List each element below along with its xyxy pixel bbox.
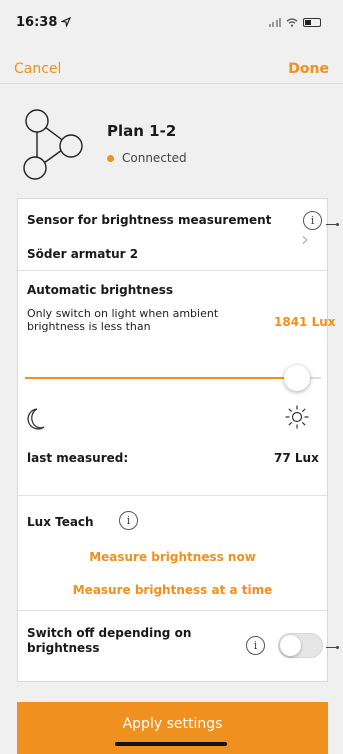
sensor-title: Sensor for brightness measurement (27, 213, 272, 227)
lux-threshold-value: 1841 Lux (274, 315, 336, 329)
automatic-brightness-description: Only switch on light when ambient bright… (27, 307, 219, 333)
switch-off-label: Switch off depending on brightness (27, 626, 192, 655)
measure-at-time-button[interactable]: Measure brightness at a time (18, 583, 327, 597)
slider-knob[interactable] (284, 365, 311, 391)
settings-card: Sensor for brightness measurement i › Sö… (17, 198, 336, 682)
plan-title: Plan 1-2 (107, 122, 177, 140)
slider-fill (25, 377, 298, 379)
toggle-knob (280, 635, 301, 656)
home-indicator (115, 742, 227, 746)
annotation-dot (336, 223, 339, 226)
connection-status-label: Connected (122, 151, 187, 165)
plan-header: Plan 1-2 Connected (18, 100, 318, 190)
done-button[interactable]: Done (288, 61, 329, 77)
sensor-value: Söder armatur 2 (27, 247, 139, 261)
brightness-slider[interactable] (25, 363, 321, 393)
last-measured-label: last measured: (27, 451, 129, 465)
signal-icon (268, 17, 281, 27)
status-time: 16:38 (16, 14, 58, 30)
chevron-right-icon: › (301, 227, 309, 251)
status-dot (107, 154, 114, 162)
switch-off-section: Switch off depending on brightness i (18, 611, 327, 681)
navbar: Cancel Done (0, 54, 343, 84)
connection-status: Connected (107, 151, 187, 165)
status-left: 16:38 (16, 14, 72, 30)
switch-off-toggle[interactable] (278, 633, 323, 658)
location-arrow-icon (61, 17, 72, 27)
status-icons (268, 17, 321, 27)
automatic-brightness-section: Automatic brightness Only switch on ligh… (18, 271, 336, 496)
annotation-dot (336, 646, 339, 649)
apply-settings-label: Apply settings (122, 716, 223, 732)
info-icon[interactable]: i (246, 636, 265, 655)
annotation-line (326, 647, 336, 648)
sun-icon (285, 405, 309, 429)
sensor-section[interactable]: Sensor for brightness measurement i › Sö… (18, 199, 327, 271)
wifi-icon (286, 17, 298, 27)
network-icon (23, 109, 83, 180)
apply-settings-button[interactable]: Apply settings (17, 702, 328, 754)
cancel-button[interactable]: Cancel (14, 61, 61, 77)
last-measured-value: 77 Lux (274, 451, 319, 465)
annotation-line (326, 224, 336, 225)
info-icon[interactable]: i (119, 511, 138, 530)
status-bar: 16:38 (0, 0, 343, 44)
moon-icon (27, 408, 45, 430)
battery-icon (303, 17, 321, 27)
lux-teach-title: Lux Teach (27, 515, 94, 529)
lux-teach-section: Lux Teach i Measure brightness now Measu… (18, 496, 327, 611)
measure-now-button[interactable]: Measure brightness now (18, 550, 327, 564)
automatic-brightness-title: Automatic brightness (27, 283, 174, 297)
